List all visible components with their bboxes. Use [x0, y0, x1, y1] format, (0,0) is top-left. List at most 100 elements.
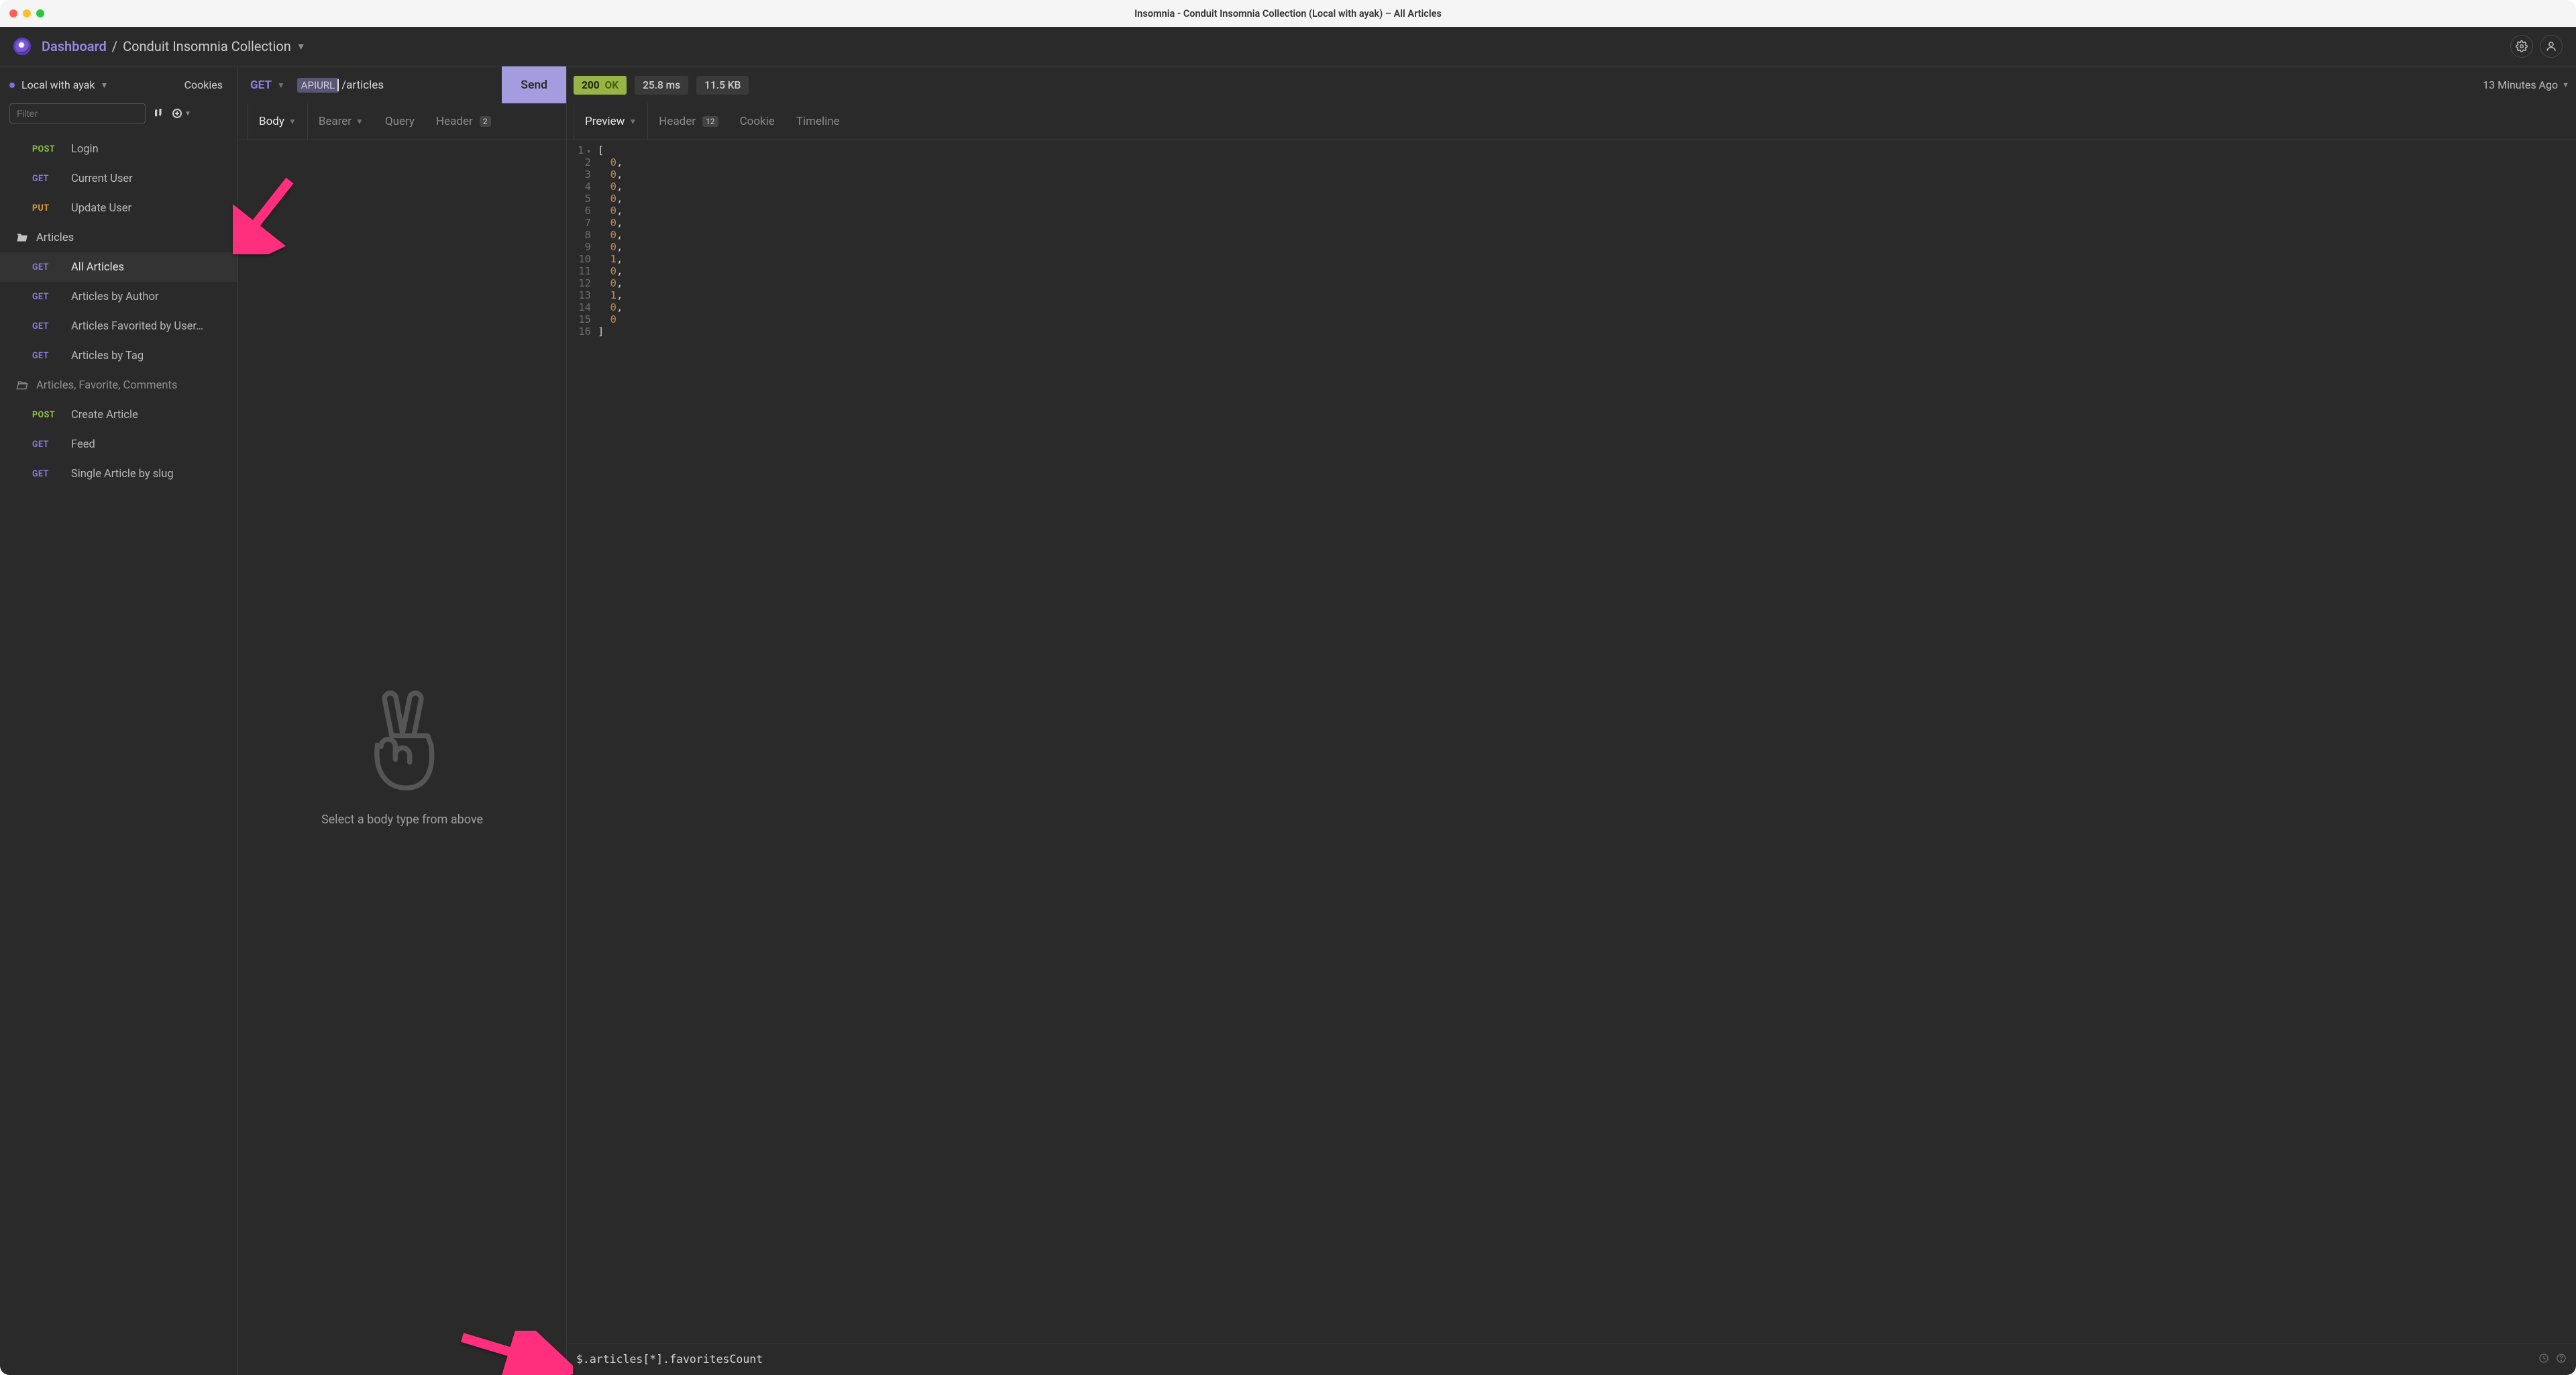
code-token: 0,	[598, 168, 623, 181]
create-button[interactable]: ▼	[172, 109, 191, 118]
code-token: 0,	[598, 277, 623, 289]
code-token: 0,	[598, 156, 623, 168]
tab-label: Header	[659, 115, 696, 128]
fold-icon[interactable]: ▾	[586, 147, 591, 156]
maximize-window-icon[interactable]	[36, 9, 44, 17]
close-window-icon[interactable]	[9, 9, 17, 17]
line-number: 1▾	[567, 144, 598, 156]
settings-button[interactable]	[2510, 35, 2533, 58]
tab-preview[interactable]: Preview ▼	[574, 103, 648, 140]
request-row[interactable]: GETFeed	[0, 429, 237, 459]
tab-label: Bearer	[319, 115, 352, 128]
method-label: GET	[32, 440, 66, 450]
send-button[interactable]: Send	[502, 66, 566, 103]
user-icon	[2545, 40, 2557, 52]
jsonpath-input[interactable]	[576, 1353, 2532, 1366]
request-row[interactable]: POSTLogin	[0, 134, 237, 164]
line-number: 5	[567, 193, 598, 205]
method-selector[interactable]: GET ▼	[238, 66, 297, 103]
environment-color-dot	[9, 83, 15, 88]
response-time-badge: 25.8 ms	[635, 76, 688, 95]
code-token: 0,	[598, 217, 623, 229]
tab-response-header[interactable]: Header 12	[648, 103, 729, 140]
line-number: 2	[567, 156, 598, 168]
code-line: 3 0,	[567, 168, 2576, 181]
tab-body[interactable]: Body ▼	[248, 103, 308, 140]
chevron-down-icon: ▼	[184, 110, 191, 117]
history-icon[interactable]	[2538, 1353, 2549, 1366]
line-number: 9	[567, 241, 598, 253]
tab-label: Body	[259, 115, 284, 128]
line-number: 3	[567, 168, 598, 181]
request-row[interactable]: GETAll Articles	[0, 252, 237, 282]
tab-header[interactable]: Header 2	[425, 103, 502, 140]
folder-articles-fav-comments[interactable]: Articles, Favorite, Comments	[0, 370, 237, 400]
sort-button[interactable]	[155, 109, 163, 118]
code-line: 12 0,	[567, 277, 2576, 289]
line-number: 15	[567, 313, 598, 325]
tab-label: Preview	[585, 115, 625, 128]
center: GET ▼ APIURL /articles Send Body ▼	[238, 66, 2576, 1375]
jsonpath-bar	[567, 1343, 2576, 1375]
code-line: 10 1,	[567, 253, 2576, 265]
line-number: 4	[567, 181, 598, 193]
folder-open-icon	[16, 233, 30, 242]
response-body[interactable]: 1▾[2 0,3 0,4 0,5 0,6 0,7 0,8 0,9 0,10 1,…	[567, 140, 2576, 1343]
response-age[interactable]: 13 Minutes Ago ▼	[2483, 79, 2569, 91]
sidebar: Local with ayak ▼ Cookies ▼ P	[0, 66, 238, 1375]
cookies-link[interactable]: Cookies	[184, 79, 223, 91]
request-row[interactable]: GETArticles Favorited by User…	[0, 311, 237, 341]
line-number: 10	[567, 253, 598, 265]
code-token: 0,	[598, 193, 623, 205]
response-size-badge: 11.5 KB	[696, 76, 749, 95]
status-code: 200	[582, 79, 600, 91]
tab-cookie[interactable]: Cookie	[729, 103, 786, 140]
environment-selector[interactable]: Local with ayak ▼ Cookies	[0, 66, 237, 103]
filter-input[interactable]	[9, 103, 146, 123]
request-row[interactable]: GETArticles by Tag	[0, 341, 237, 370]
code-line: 1▾[	[567, 144, 2576, 156]
minimize-window-icon[interactable]	[23, 9, 31, 17]
folder-label: Articles, Favorite, Comments	[36, 379, 177, 392]
request-row[interactable]: GETArticles by Author	[0, 282, 237, 311]
chevron-down-icon: ▼	[277, 81, 285, 90]
tab-label: Timeline	[796, 115, 840, 128]
code-token: [	[598, 144, 604, 156]
tab-timeline[interactable]: Timeline	[786, 103, 851, 140]
main: Local with ayak ▼ Cookies ▼ P	[0, 66, 2576, 1375]
tab-auth[interactable]: Bearer ▼	[308, 103, 374, 140]
account-button[interactable]	[2540, 35, 2563, 58]
request-label: Articles by Tag	[71, 350, 144, 362]
method-label: GET	[32, 321, 66, 332]
url-env-tag[interactable]: APIURL	[297, 78, 339, 93]
status-code-badge: 200 OK	[574, 76, 627, 95]
request-row[interactable]: GETSingle Article by slug	[0, 459, 237, 489]
code-line: 7 0,	[567, 217, 2576, 229]
line-number: 7	[567, 217, 598, 229]
breadcrumb-dashboard[interactable]: Dashboard	[42, 38, 107, 54]
code-token: 0,	[598, 229, 623, 241]
code-token: 1,	[598, 253, 623, 265]
breadcrumb-caret-icon[interactable]: ▼	[297, 41, 306, 52]
url-input[interactable]: APIURL /articles	[297, 66, 502, 103]
folder-articles[interactable]: Articles	[0, 223, 237, 252]
request-row[interactable]: POSTCreate Article	[0, 400, 237, 429]
breadcrumb-current[interactable]: Conduit Insomnia Collection	[123, 38, 291, 54]
request-row[interactable]: PUTUpdate User	[0, 193, 237, 223]
help-icon[interactable]	[2556, 1353, 2567, 1366]
chevron-down-icon: ▼	[629, 117, 637, 126]
breadcrumb-separator: /	[112, 38, 117, 54]
gear-icon	[2516, 40, 2528, 52]
request-row[interactable]: GETCurrent User	[0, 164, 237, 193]
tab-query[interactable]: Query	[374, 103, 425, 140]
line-number: 11	[567, 265, 598, 277]
code-token: 0	[598, 313, 616, 325]
line-number: 14	[567, 301, 598, 313]
request-label: Current User	[71, 172, 133, 185]
code-line: 9 0,	[567, 241, 2576, 253]
code-token: 0,	[598, 241, 623, 253]
method-label: GET	[32, 292, 66, 302]
folder-label: Articles	[36, 232, 74, 244]
request-label: Create Article	[71, 409, 138, 421]
code-token: 0,	[598, 265, 623, 277]
